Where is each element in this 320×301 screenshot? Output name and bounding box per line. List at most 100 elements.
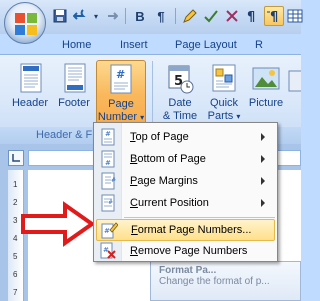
bold-button[interactable]: B xyxy=(130,6,150,26)
save-icon xyxy=(53,9,67,23)
header-button[interactable]: Header xyxy=(8,60,52,130)
page-number-label-line1: Page xyxy=(108,98,134,110)
check-button[interactable] xyxy=(201,6,221,26)
bidi-button[interactable]: ¶ xyxy=(243,6,263,26)
svg-text:#: # xyxy=(111,177,116,184)
menu-item-bottom-of-page[interactable]: # Bottom of Page xyxy=(96,148,275,170)
paragraph-arrow-icon: ¶ xyxy=(247,10,255,24)
quick-parts-label-line1: Quick xyxy=(209,97,239,109)
date-time-label-line1: Date xyxy=(168,97,192,109)
text-direction-button[interactable] xyxy=(222,6,242,26)
page-bottom-icon: # xyxy=(96,149,120,169)
undo-dropdown-icon[interactable]: ▾ xyxy=(92,6,100,26)
page-margins-icon: # xyxy=(96,171,120,191)
quick-parts-label-line2: Parts xyxy=(207,110,234,122)
calendar-clock-icon: 5 xyxy=(168,65,194,94)
menu-item-label: Format Page Numbers... xyxy=(131,224,252,236)
menu-separator xyxy=(124,217,275,218)
menu-item-current-position[interactable]: # Current Position xyxy=(96,192,275,214)
picture-label: Picture xyxy=(248,97,284,109)
tab-selector[interactable] xyxy=(8,150,24,166)
rtl-paragraph-button[interactable]: ¶ xyxy=(264,6,284,26)
svg-text:#: # xyxy=(105,159,111,167)
page-top-icon: # xyxy=(96,127,120,147)
menu-item-label: Top of Page xyxy=(130,131,189,143)
toolbar-separator xyxy=(125,8,126,24)
tab-home[interactable]: Home xyxy=(62,36,91,54)
quick-access-toolbar: ▾ B ¶ ¶ ¶ xyxy=(50,4,305,28)
office-logo-icon xyxy=(15,13,37,35)
rtl-paragraph-icon: ¶ xyxy=(267,10,278,24)
text-direction-icon xyxy=(226,10,238,22)
redo-button[interactable] xyxy=(101,6,121,26)
screen-tip-text: Change the format of p... xyxy=(159,276,270,287)
date-time-button[interactable]: 5 Date & Time xyxy=(158,60,202,130)
ruler-mark: 1 xyxy=(13,180,18,189)
header-icon xyxy=(20,63,42,93)
ruler-mark: 6 xyxy=(13,270,18,279)
svg-text:¶: ¶ xyxy=(270,10,278,24)
menu-item-remove-page-numbers[interactable]: # Remove Page Numbers xyxy=(96,240,275,262)
tab-stop-icon xyxy=(12,154,20,162)
chevron-down-icon: ▾ xyxy=(140,113,145,122)
edit-pen-button[interactable] xyxy=(180,6,200,26)
ruler-mark: 5 xyxy=(13,252,18,261)
menu-item-label: Remove Page Numbers xyxy=(130,245,248,257)
footer-label: Footer xyxy=(58,97,90,109)
quick-parts-button[interactable]: Quick Parts ▾ xyxy=(202,60,246,130)
date-time-label-line2: & Time xyxy=(162,110,198,122)
submenu-arrow-icon xyxy=(261,199,265,207)
tab-references[interactable]: R xyxy=(255,36,263,54)
svg-text:#: # xyxy=(104,227,110,235)
office-button[interactable] xyxy=(4,2,46,44)
ruler-mark: 2 xyxy=(13,198,18,207)
picture-button[interactable]: Picture xyxy=(244,60,288,130)
screen-tip: Format Pa... Change the format of p... xyxy=(150,261,301,301)
page-number-icon: # xyxy=(110,64,132,94)
submenu-arrow-icon xyxy=(261,155,265,163)
check-icon xyxy=(204,10,218,23)
svg-text:#: # xyxy=(103,246,109,254)
menu-item-label: Page Margins xyxy=(130,175,198,187)
page-number-button[interactable]: # Page Number ▾ xyxy=(96,60,146,130)
submenu-arrow-icon xyxy=(261,177,265,185)
footer-button[interactable]: Footer xyxy=(52,60,96,130)
ruler-mark: 3 xyxy=(13,216,18,225)
undo-icon xyxy=(73,9,86,20)
footer-icon xyxy=(64,63,86,93)
ruler-mark: 4 xyxy=(13,234,18,243)
menu-item-page-margins[interactable]: # Page Margins xyxy=(96,170,275,192)
save-button[interactable] xyxy=(50,6,70,26)
header-footer-group-label: Header & F xyxy=(36,129,93,141)
red-arrow-annotation xyxy=(21,201,96,247)
show-hide-button[interactable]: ¶ xyxy=(151,6,171,26)
clip-art-button[interactable] xyxy=(288,65,304,95)
current-position-icon: # xyxy=(96,193,120,213)
group-separator xyxy=(152,61,153,125)
format-page-numbers-icon: # xyxy=(97,220,121,240)
clip-art-icon xyxy=(288,70,304,92)
page-number-menu: # Top of Page # Bottom of Page # Page Ma… xyxy=(93,122,278,262)
picture-icon xyxy=(252,67,280,90)
ruler-mark: 7 xyxy=(13,288,18,297)
header-label: Header xyxy=(11,97,49,109)
pen-icon xyxy=(183,9,197,23)
undo-button[interactable] xyxy=(71,6,91,26)
svg-text:#: # xyxy=(108,199,113,206)
svg-text:#: # xyxy=(105,130,111,138)
svg-text:#: # xyxy=(116,68,125,81)
ribbon-tabs: Home Insert Page Layout R xyxy=(0,34,301,54)
submenu-arrow-icon xyxy=(261,133,265,141)
toolbar-separator xyxy=(175,8,176,24)
tab-insert[interactable]: Insert xyxy=(120,36,148,54)
quick-parts-icon xyxy=(212,64,236,92)
tab-page-layout[interactable]: Page Layout xyxy=(175,36,237,54)
redo-icon xyxy=(108,12,118,20)
screen-tip-title: Format Pa... xyxy=(159,265,217,276)
insert-table-button[interactable] xyxy=(285,6,305,26)
menu-item-top-of-page[interactable]: # Top of Page xyxy=(96,126,275,148)
svg-text:¶: ¶ xyxy=(247,10,255,24)
menu-item-format-page-numbers[interactable]: # Format Page Numbers... xyxy=(96,219,275,241)
chevron-down-icon: ▾ xyxy=(236,112,241,121)
menu-item-label: Current Position xyxy=(130,197,209,209)
